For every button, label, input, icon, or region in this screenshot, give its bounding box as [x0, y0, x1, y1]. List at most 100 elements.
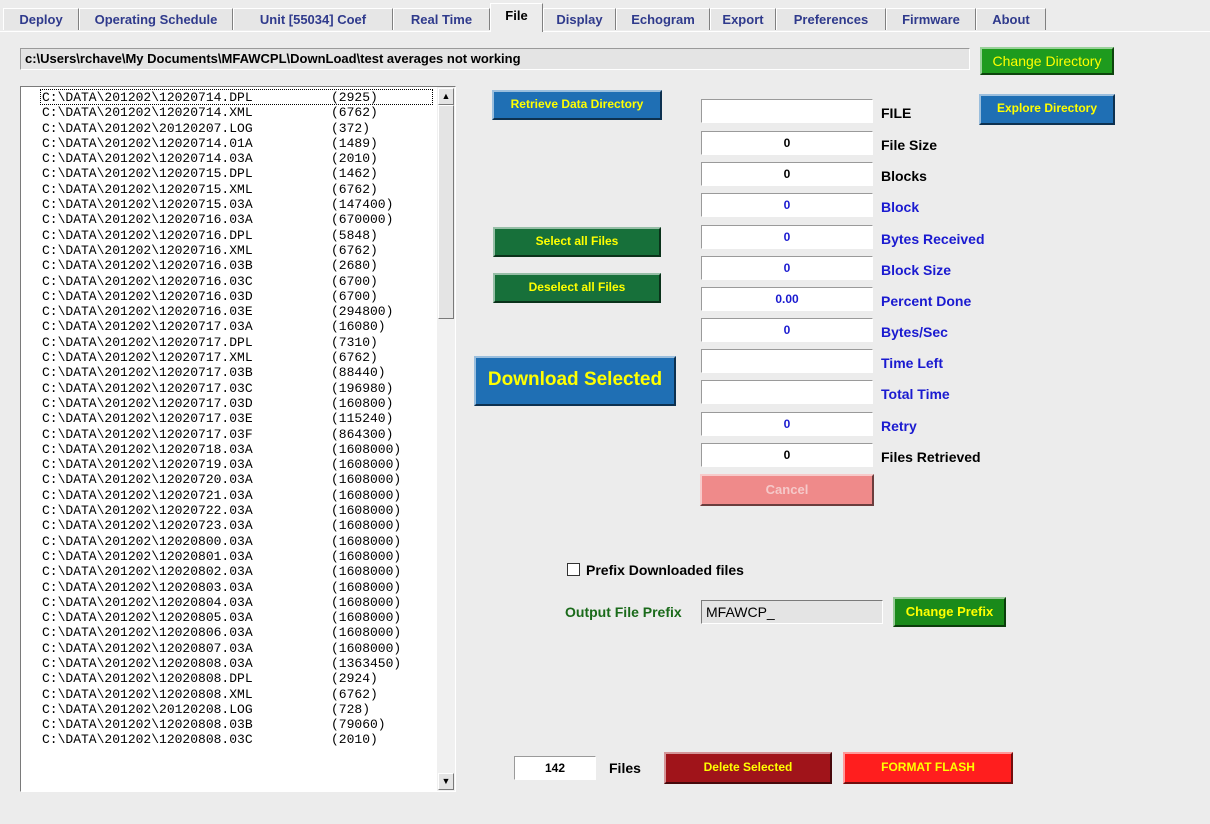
file-size: (372): [331, 120, 371, 136]
file-name: C:\DATA\201202\12020715.XML: [42, 181, 253, 197]
file-size: (1462): [331, 166, 378, 182]
retry-value: 0: [701, 412, 873, 436]
file-list-item[interactable]: C:\DATA\201202\12020716.03D (6700): [21, 289, 437, 304]
file-list-item[interactable]: C:\DATA\201202\12020717.XML (6762): [21, 350, 437, 365]
file-name: C:\DATA\201202\12020722.03A: [42, 503, 253, 519]
cancel-button[interactable]: Cancel: [700, 474, 874, 506]
file-list-item[interactable]: C:\DATA\201202\12020801.03A (1608000): [21, 549, 437, 564]
file-name: C:\DATA\201202\12020805.03A: [42, 610, 253, 626]
percent-done-value: 0.00: [701, 287, 873, 311]
file-name: C:\DATA\201202\12020714.03A: [42, 151, 253, 167]
file-size: (1608000): [331, 610, 402, 626]
file-list-item[interactable]: C:\DATA\201202\12020715.DPL (1462): [21, 166, 437, 181]
file-list-item[interactable]: C:\DATA\201202\12020716.03E (294800): [21, 304, 437, 319]
file-list-item[interactable]: C:\DATA\201202\20120207.LOG (372): [21, 121, 437, 136]
file-list-item[interactable]: C:\DATA\201202\12020716.03B (2680): [21, 258, 437, 273]
file-list-item[interactable]: C:\DATA\201202\12020717.03C (196980): [21, 381, 437, 396]
file-list-item[interactable]: C:\DATA\201202\12020805.03A (1608000): [21, 610, 437, 625]
tab-firmware[interactable]: Firmware: [886, 8, 976, 30]
download-selected-button[interactable]: Download Selected: [474, 356, 676, 406]
file-size: (115240): [331, 411, 394, 427]
file-list-item[interactable]: C:\DATA\201202\12020807.03A (1608000): [21, 641, 437, 656]
file-list-item[interactable]: C:\DATA\201202\12020717.DPL (7310): [21, 335, 437, 350]
file-list-item[interactable]: C:\DATA\201202\12020721.03A (1608000): [21, 488, 437, 503]
file-list-item[interactable]: C:\DATA\201202\12020714.01A (1489): [21, 136, 437, 151]
file-list-item[interactable]: C:\DATA\201202\12020717.03A (16080): [21, 319, 437, 334]
tab-about[interactable]: About: [976, 8, 1046, 30]
file-list-item[interactable]: C:\DATA\201202\12020715.03A (147400): [21, 197, 437, 212]
file-list-item[interactable]: C:\DATA\201202\12020714.XML (6762): [21, 105, 437, 120]
file-name: C:\DATA\201202\12020717.03E: [42, 411, 253, 427]
file-name: C:\DATA\201202\12020808.DPL: [42, 671, 253, 687]
file-list-scrollbar[interactable]: ▲ ▼: [437, 87, 455, 791]
file-list-item[interactable]: C:\DATA\201202\12020808.03B (79060): [21, 717, 437, 732]
tab-file[interactable]: File: [490, 3, 543, 32]
file-size: (2680): [331, 258, 378, 274]
file-list-item[interactable]: C:\DATA\201202\12020714.DPL (2925): [21, 89, 437, 105]
scrollbar-thumb[interactable]: [438, 105, 454, 319]
blocks-value: 0: [701, 162, 873, 186]
file-list-item[interactable]: C:\DATA\201202\12020717.03D (160800): [21, 396, 437, 411]
file-list-item[interactable]: C:\DATA\201202\12020717.03B (88440): [21, 365, 437, 380]
file-count-label: Files: [609, 760, 641, 776]
file-name: C:\DATA\201202\12020717.DPL: [42, 334, 253, 350]
files-retrieved-value: 0: [701, 443, 873, 467]
change-directory-button[interactable]: Change Directory: [980, 47, 1114, 75]
total-time-label: Total Time: [881, 386, 950, 402]
tab-export[interactable]: Export: [710, 8, 776, 30]
file-list-item[interactable]: C:\DATA\201202\12020722.03A (1608000): [21, 503, 437, 518]
file-list-item[interactable]: C:\DATA\201202\12020800.03A (1608000): [21, 534, 437, 549]
explore-directory-button[interactable]: Explore Directory: [979, 94, 1115, 125]
change-prefix-button[interactable]: Change Prefix: [893, 597, 1006, 627]
file-list-item[interactable]: C:\DATA\201202\20120208.LOG (728): [21, 702, 437, 717]
scroll-up-icon[interactable]: ▲: [438, 88, 454, 105]
file-name: C:\DATA\201202\12020716.03E: [42, 304, 253, 320]
file-list-item[interactable]: C:\DATA\201202\12020808.XML (6762): [21, 687, 437, 702]
file-name: C:\DATA\201202\12020717.03A: [42, 319, 253, 335]
file-list-item[interactable]: C:\DATA\201202\12020714.03A (2010): [21, 151, 437, 166]
file-list-item[interactable]: C:\DATA\201202\12020808.03C (2010): [21, 732, 437, 747]
file-list-item[interactable]: C:\DATA\201202\12020716.DPL (5848): [21, 228, 437, 243]
tab-deploy[interactable]: Deploy: [3, 8, 79, 30]
tab-real-time[interactable]: Real Time: [393, 8, 490, 30]
block-size-label: Block Size: [881, 262, 952, 278]
retrieve-data-directory-button[interactable]: Retrieve Data Directory: [492, 90, 662, 120]
file-list-item[interactable]: C:\DATA\201202\12020723.03A (1608000): [21, 518, 437, 533]
scroll-down-icon[interactable]: ▼: [438, 773, 454, 790]
tab-display[interactable]: Display: [543, 8, 616, 30]
file-list-item[interactable]: C:\DATA\201202\12020716.03A (670000): [21, 212, 437, 227]
file-list-item[interactable]: C:\DATA\201202\12020808.DPL (2924): [21, 671, 437, 686]
file-name: C:\DATA\201202\20120208.LOG: [42, 701, 253, 717]
file-list-item[interactable]: C:\DATA\201202\12020717.03E (115240): [21, 411, 437, 426]
select-all-files-button[interactable]: Select all Files: [493, 227, 661, 257]
file-size: (1608000): [331, 625, 402, 641]
tab-echogram[interactable]: Echogram: [616, 8, 710, 30]
file-size: (2925): [331, 90, 378, 105]
file-size: (1608000): [331, 441, 402, 457]
tab-operating-schedule[interactable]: Operating Schedule: [79, 8, 233, 30]
file-name: C:\DATA\201202\12020714.01A: [42, 135, 253, 151]
file-list[interactable]: C:\DATA\201202\12020714.DPL (2925) C:\DATA…: [20, 86, 456, 792]
file-list-item[interactable]: C:\DATA\201202\12020806.03A (1608000): [21, 625, 437, 640]
file-list-item[interactable]: C:\DATA\201202\12020720.03A (1608000): [21, 472, 437, 487]
tab-unit-55034-coef[interactable]: Unit [55034] Coef: [233, 8, 393, 30]
format-flash-button[interactable]: FORMAT FLASH: [843, 752, 1013, 784]
file-list-item[interactable]: C:\DATA\201202\12020719.03A (1608000): [21, 457, 437, 472]
deselect-all-files-button[interactable]: Deselect all Files: [493, 273, 661, 303]
file-list-item[interactable]: C:\DATA\201202\12020716.XML (6762): [21, 243, 437, 258]
file-list-item[interactable]: C:\DATA\201202\12020716.03C (6700): [21, 274, 437, 289]
file-list-item[interactable]: C:\DATA\201202\12020803.03A (1608000): [21, 580, 437, 595]
file-list-items: C:\DATA\201202\12020714.DPL (2925) C:\DATA…: [21, 89, 437, 748]
file-count-field: 142: [514, 756, 596, 780]
file-list-item[interactable]: C:\DATA\201202\12020715.XML (6762): [21, 182, 437, 197]
file-list-item[interactable]: C:\DATA\201202\12020804.03A (1608000): [21, 595, 437, 610]
directory-path-field[interactable]: c:\Users\rchave\My Documents\MFAWCPL\Dow…: [20, 48, 970, 70]
file-list-item[interactable]: C:\DATA\201202\12020808.03A (1363450): [21, 656, 437, 671]
file-list-item[interactable]: C:\DATA\201202\12020717.03F (864300): [21, 427, 437, 442]
output-file-prefix-input[interactable]: MFAWCP_: [701, 600, 883, 624]
delete-selected-button[interactable]: Delete Selected: [664, 752, 832, 784]
prefix-downloaded-files-checkbox[interactable]: [567, 563, 580, 576]
file-list-item[interactable]: C:\DATA\201202\12020802.03A (1608000): [21, 564, 437, 579]
file-list-item[interactable]: C:\DATA\201202\12020718.03A (1608000): [21, 442, 437, 457]
tab-preferences[interactable]: Preferences: [776, 8, 886, 30]
